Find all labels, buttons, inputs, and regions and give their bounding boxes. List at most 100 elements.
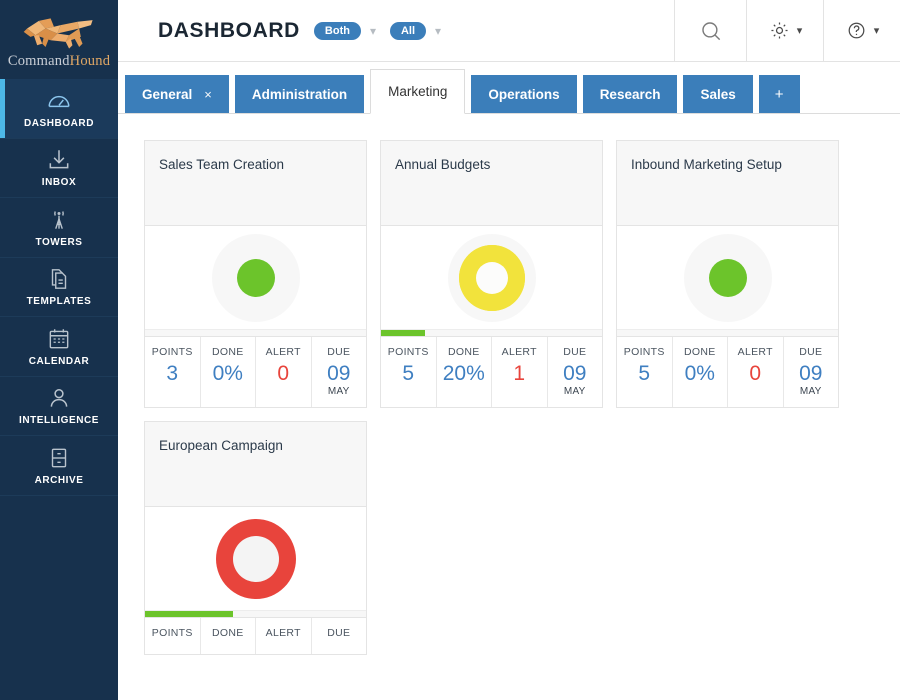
stat-label: ALERT <box>501 346 537 358</box>
tab-administration[interactable]: Administration <box>234 75 365 113</box>
stat-value: 3 <box>166 362 179 385</box>
stat-value: 5 <box>402 362 415 385</box>
project-card[interactable]: Inbound Marketing Setup POINTS 5 DONE 0%… <box>616 140 839 408</box>
stat-done: DONE 0% <box>201 337 256 407</box>
sidebar-item-archive[interactable]: ARCHIVE <box>0 436 118 496</box>
page-title: DASHBOARD <box>158 18 300 42</box>
stat-label: DONE <box>683 346 716 358</box>
tower-antenna-icon <box>46 207 72 233</box>
stat-label: DUE <box>799 346 823 358</box>
top-header: DASHBOARD Both ▾ All ▾ ▾ ▾ <box>118 0 900 62</box>
tab-sales[interactable]: Sales <box>683 75 753 113</box>
filter-scope-badge[interactable]: Both <box>313 21 361 40</box>
sidebar-item-label: DASHBOARD <box>24 117 94 129</box>
tab-operations[interactable]: Operations <box>471 75 577 113</box>
stat-value: 1 <box>513 362 526 385</box>
project-card[interactable]: Annual Budgets POINTS 5 DONE 20% ALERT 1… <box>380 140 603 408</box>
sidebar-item-dashboard[interactable]: DASHBOARD <box>0 79 118 139</box>
sidebar-item-calendar[interactable]: CALENDAR <box>0 317 118 377</box>
stat-done: DONE <box>201 618 256 654</box>
brand-logo[interactable]: CommandHound <box>0 0 118 79</box>
chevron-down-icon[interactable]: ▾ <box>370 24 376 38</box>
chevron-down-icon[interactable]: ▾ <box>797 24 803 37</box>
brand-name: CommandHound <box>8 53 110 70</box>
brand-name-part1: Command <box>7 53 70 69</box>
stat-value: 09 <box>327 362 351 385</box>
progress-track <box>145 610 366 617</box>
tab-label: Administration <box>251 86 348 102</box>
sidebar-item-label: INTELLIGENCE <box>19 415 99 427</box>
card-status-area <box>381 226 602 329</box>
sidebar-item-label: INBOX <box>41 177 77 189</box>
documents-icon <box>46 266 72 292</box>
tab-label: Research <box>599 86 661 102</box>
tab-bar: General × Administration Marketing Opera… <box>118 62 900 114</box>
sidebar-item-label: TEMPLATES <box>26 296 92 308</box>
stat-label: ALERT <box>737 346 773 358</box>
card-grid: Sales Team Creation POINTS 3 DONE 0% ALE… <box>144 140 900 655</box>
chevron-down-icon[interactable]: ▾ <box>435 24 441 38</box>
card-header: Annual Budgets <box>381 141 602 226</box>
stat-label: POINTS <box>623 346 665 358</box>
card-title: Sales Team Creation <box>159 157 285 172</box>
app-root: CommandHound DASHBOARD INBOX TOWERS TEMP… <box>0 0 900 700</box>
stat-alert: ALERT 1 <box>492 337 548 407</box>
add-tab-button[interactable]: + <box>758 75 800 113</box>
tab-marketing[interactable]: Marketing <box>370 69 466 114</box>
main-area: DASHBOARD Both ▾ All ▾ ▾ ▾ General × Adm… <box>118 0 900 700</box>
stat-sub: MAY <box>563 386 586 397</box>
question-circle-icon <box>845 19 868 42</box>
status-indicator-green <box>683 233 772 322</box>
project-card[interactable]: Sales Team Creation POINTS 3 DONE 0% ALE… <box>144 140 367 408</box>
sidebar-item-label: TOWERS <box>35 236 83 248</box>
card-status-area <box>145 507 366 610</box>
project-card[interactable]: European Campaign POINTS DONE ALERT DUE <box>144 421 367 655</box>
stat-done: DONE 0% <box>673 337 728 407</box>
status-indicator-green <box>211 233 300 322</box>
sidebar-item-towers[interactable]: TOWERS <box>0 198 118 258</box>
stat-label: DUE <box>327 346 351 358</box>
stat-due: DUE 09 MAY <box>548 337 603 407</box>
filter-range-badge[interactable]: All <box>389 21 427 40</box>
stat-value: 0 <box>277 362 290 385</box>
tab-label: Marketing <box>388 84 448 99</box>
help-button[interactable]: ▾ <box>823 0 900 61</box>
card-stats: POINTS 3 DONE 0% ALERT 0 DUE 09 MAY <box>145 336 366 407</box>
stat-label: DONE <box>211 627 244 639</box>
close-icon[interactable]: × <box>204 87 212 102</box>
add-tab-label: + <box>774 85 784 103</box>
tab-research[interactable]: Research <box>582 75 678 113</box>
file-cabinet-icon <box>46 445 72 471</box>
settings-button[interactable]: ▾ <box>746 0 823 61</box>
card-header: Sales Team Creation <box>145 141 366 226</box>
search-button[interactable] <box>674 0 746 61</box>
stat-due: DUE 09 MAY <box>312 337 367 407</box>
card-stats: POINTS DONE ALERT DUE <box>145 617 366 654</box>
stat-points: POINTS <box>145 618 201 654</box>
stat-label: ALERT <box>265 346 301 358</box>
stat-value: 20% <box>442 362 485 385</box>
tab-label: General <box>142 86 193 102</box>
sidebar-item-inbox[interactable]: INBOX <box>0 139 118 198</box>
stat-sub: MAY <box>799 386 822 397</box>
header-title-group: DASHBOARD Both ▾ All ▾ <box>118 0 674 61</box>
sidebar-item-templates[interactable]: TEMPLATES <box>0 258 118 317</box>
tab-label: Sales <box>700 86 736 102</box>
sidebar: CommandHound DASHBOARD INBOX TOWERS TEMP… <box>0 0 118 700</box>
brand-name-part2: Hound <box>69 53 111 69</box>
tab-general[interactable]: General × <box>125 75 229 113</box>
stat-label: DUE <box>563 346 587 358</box>
card-stats: POINTS 5 DONE 20% ALERT 1 DUE 09 MAY <box>381 336 602 407</box>
stat-label: DONE <box>211 346 244 358</box>
stat-label: POINTS <box>151 346 193 358</box>
stat-label: POINTS <box>151 627 193 639</box>
stat-label: DUE <box>327 627 351 639</box>
search-icon <box>698 18 724 44</box>
calendar-icon <box>46 326 72 352</box>
stat-due: DUE <box>312 618 367 654</box>
status-ring-shape <box>458 244 525 311</box>
stat-alert: ALERT <box>256 618 312 654</box>
chevron-down-icon[interactable]: ▾ <box>874 24 880 37</box>
progress-track <box>145 329 366 336</box>
sidebar-item-intelligence[interactable]: INTELLIGENCE <box>0 377 118 436</box>
